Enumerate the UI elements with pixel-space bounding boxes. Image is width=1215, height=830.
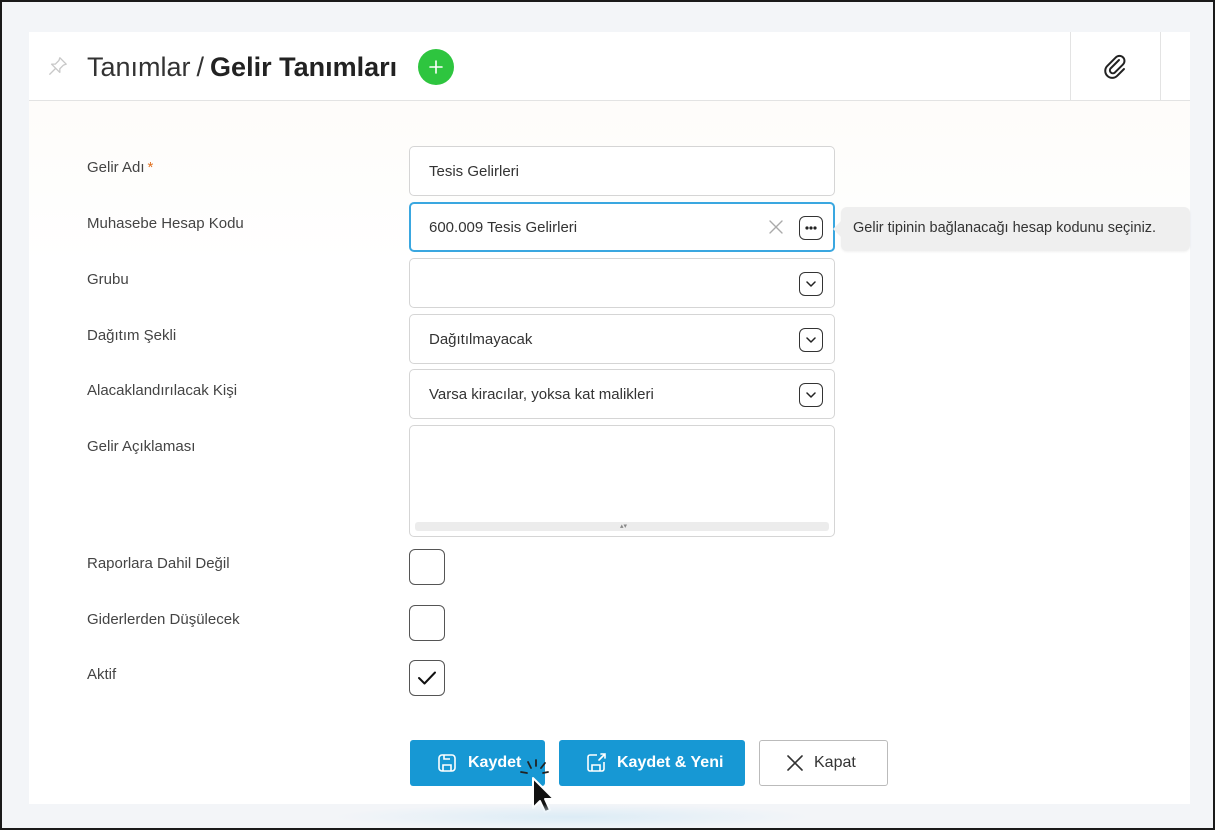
save-icon <box>438 754 456 772</box>
paperclip-icon[interactable] <box>1099 51 1131 83</box>
dagitim-label: Dağıtım Şekli <box>87 327 177 344</box>
alacak-dropdown-button[interactable] <box>799 383 823 407</box>
app-window: Tanımlar / Gelir Tanımları Gelir Adı * Tesi… <box>0 0 1215 830</box>
gelir-aciklamasi-textarea[interactable]: ▴▾ <box>409 425 835 537</box>
gelir-adi-label: Gelir Adı * <box>87 159 153 176</box>
alacaklandirilacak-kisi-select[interactable]: Varsa kiracılar, yoksa kat malikleri <box>409 369 835 419</box>
resize-grip-icon: ▴▾ <box>620 523 628 530</box>
bottom-glow <box>332 804 812 830</box>
checkmark-icon <box>418 671 436 685</box>
ellipsis-icon <box>805 226 817 230</box>
aktif-label: Aktif <box>87 666 117 683</box>
aktif-checkbox[interactable] <box>409 660 445 696</box>
giderlerden-dusulecek-checkbox[interactable] <box>409 605 445 641</box>
save-and-new-button-label: Kaydet & Yeni <box>617 754 724 771</box>
grubu-label: Grubu <box>87 271 129 288</box>
resize-handle[interactable]: ▴▾ <box>415 522 829 531</box>
add-button[interactable] <box>418 49 454 85</box>
required-mark: * <box>147 159 154 176</box>
save-button-label: Kaydet <box>468 754 522 771</box>
save-and-new-button[interactable]: Kaydet & Yeni <box>559 740 745 786</box>
alacak-label: Alacaklandırılacak Kişi <box>87 382 238 399</box>
dagitim-dropdown-button[interactable] <box>799 328 823 352</box>
page-header: Tanımlar / Gelir Tanımları <box>29 32 1190 101</box>
pin-icon[interactable] <box>47 55 69 77</box>
chevron-down-icon <box>806 337 816 343</box>
muhasebe-value: 600.009 Tesis Gelirleri <box>429 219 578 236</box>
clear-icon[interactable] <box>767 218 785 236</box>
help-tooltip: Gelir tipinin bağlanacağı hesap kodunu s… <box>833 207 1190 251</box>
muhasebe-hesap-kodu-input[interactable]: 600.009 Tesis Gelirleri <box>409 202 835 252</box>
muhasebe-label: Muhasebe Hesap Kodu <box>87 215 244 232</box>
form-panel: Tanımlar / Gelir Tanımları Gelir Adı * Tesi… <box>29 32 1190 813</box>
raporlara-label: Raporlara Dahil Değil <box>87 555 230 572</box>
dagitim-sekli-select[interactable]: Dağıtılmayacak <box>409 314 835 364</box>
page-title: Gelir Tanımları <box>210 52 398 82</box>
breadcrumb: Tanımlar / Gelir Tanımları <box>87 50 397 84</box>
chevron-down-icon <box>806 281 816 287</box>
giderler-label: Giderlerden Düşülecek <box>87 611 240 628</box>
close-button[interactable]: Kapat <box>759 740 888 786</box>
header-divider <box>1070 32 1071 100</box>
breadcrumb-separator: / <box>196 52 205 82</box>
chevron-down-icon <box>806 392 816 398</box>
aciklama-label: Gelir Açıklaması <box>87 438 196 455</box>
grubu-dropdown-button[interactable] <box>799 272 823 296</box>
save-new-icon <box>587 753 606 772</box>
close-button-label: Kapat <box>814 754 856 771</box>
grubu-select[interactable] <box>409 258 835 308</box>
gelir-adi-label-text: Gelir Adı <box>87 159 145 176</box>
gelir-adi-input[interactable]: Tesis Gelirleri <box>409 146 835 196</box>
lookup-button[interactable] <box>799 216 823 240</box>
close-icon <box>787 755 803 771</box>
dagitim-value: Dağıtılmayacak <box>429 331 533 348</box>
header-divider <box>1160 32 1161 100</box>
breadcrumb-parent[interactable]: Tanımlar <box>87 52 191 82</box>
alacak-value: Varsa kiracılar, yoksa kat malikleri <box>429 386 654 403</box>
raporlara-dahil-degil-checkbox[interactable] <box>409 549 445 585</box>
plus-icon <box>429 60 443 74</box>
gelir-adi-value: Tesis Gelirleri <box>429 163 520 180</box>
